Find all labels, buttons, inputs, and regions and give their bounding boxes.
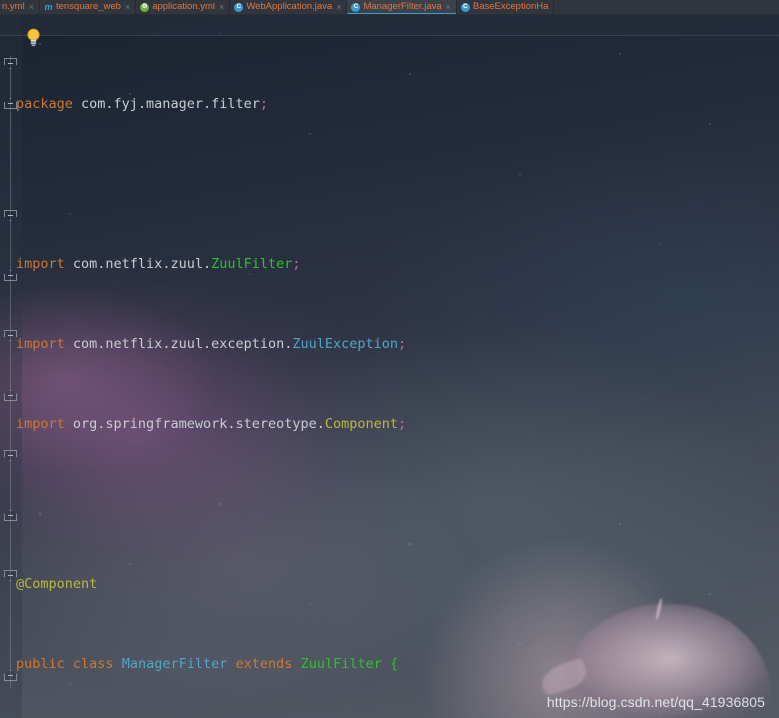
kw-import: import [16,416,65,432]
type-zuulfilter: ZuulFilter [211,256,293,272]
code-line-8: public class ManagerFilter extends ZuulF… [16,656,399,672]
module-icon: m [44,1,53,12]
close-icon[interactable]: × [219,2,224,12]
code-content[interactable]: package com.fyj.manager.filter; import c… [0,14,779,718]
superclass-zuulfilter: ZuulFilter [300,656,382,672]
type-zuulexception: ZuulException [292,336,399,352]
close-icon[interactable]: × [446,2,451,12]
editor-tab-label: ManagerFilter.java [363,1,442,13]
editor-tab-label: tensquare_web [55,1,121,13]
editor-tab-tensquare-web[interactable]: m tensquare_web × [40,0,137,14]
code-line-5: import org.springframework.stereotype.Co… [16,416,407,432]
editor-tab-baseexceptionhandler-java[interactable]: C BaseExceptionHa [457,0,555,14]
editor-tab-n-yml[interactable]: n.yml × [0,0,40,14]
code-line-1: package com.fyj.manager.filter; [16,96,268,112]
editor-tab-label: application.yml [152,1,216,13]
spring-yml-file-icon: ⚙ [140,2,150,12]
watermark-url: https://blog.csdn.net/qq_41936805 [546,694,765,710]
type-component: Component [324,416,399,432]
kw-package: package [16,96,73,112]
close-icon[interactable]: × [336,2,341,12]
ide-window: n.yml × m tensquare_web × ⚙ application.… [0,0,779,718]
java-class-icon: C [234,2,244,12]
java-class-icon: C [351,2,361,12]
editor-tab-label: WebApplication.java [246,1,333,13]
editor-tab-managerfilter-java[interactable]: C ManagerFilter.java × [347,0,457,14]
close-icon[interactable]: × [125,2,130,12]
kw-import: import [16,336,65,352]
editor-tab-label: BaseExceptionHa [472,1,549,13]
close-icon[interactable]: × [29,2,34,12]
editor-tab-label: n.yml [2,1,25,13]
kw-class: class [72,656,114,672]
kw-import: import [16,256,65,272]
kw-public: public [16,656,65,672]
code-line-3: import com.netflix.zuul.ZuulFilter; [16,256,301,272]
annotation-component: @Component [16,576,98,592]
java-class-icon: C [460,2,470,12]
code-line-7: @Component [0,574,779,594]
editor-tab-application-yml[interactable]: ⚙ application.yml × [136,0,231,14]
editor-tab-bar: n.yml × m tensquare_web × ⚙ application.… [0,0,779,15]
kw-extends: extends [235,656,293,672]
code-line-4: import com.netflix.zuul.exception.ZuulEx… [16,336,407,352]
class-name-managerfilter: ManagerFilter [121,656,228,672]
code-editor[interactable]: package com.fyj.manager.filter; import c… [0,14,779,718]
editor-tab-webapplication-java[interactable]: C WebApplication.java × [230,0,348,14]
lightbulb-icon[interactable] [26,28,41,47]
